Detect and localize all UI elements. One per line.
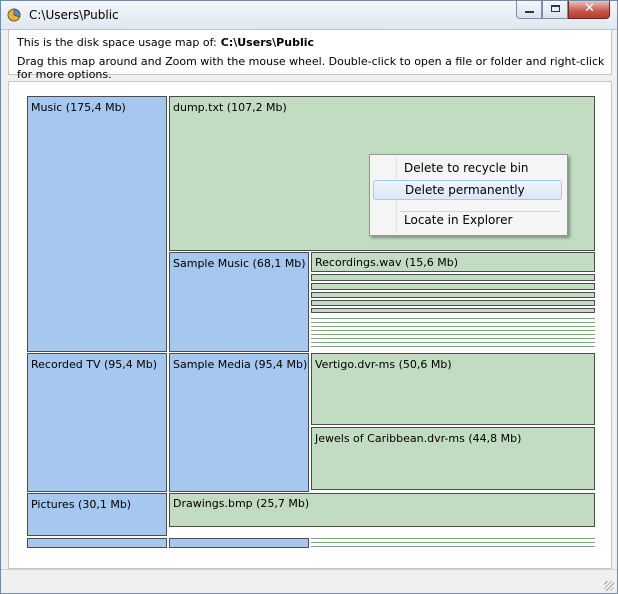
maximize-icon	[551, 5, 560, 12]
folder-label: Music (175,4 Mb)	[31, 101, 126, 114]
file-block-small[interactable]	[311, 292, 595, 298]
title-bar[interactable]: C:\Users\Public ✕	[1, 1, 617, 30]
file-label: Drawings.bmp (25,7 Mb)	[173, 497, 310, 510]
file-block-tiny	[311, 318, 595, 319]
file-label: Recordings.wav (15,6 Mb)	[315, 256, 459, 269]
minimize-icon	[525, 11, 534, 13]
file-label: Vertigo.dvr-ms (50,6 Mb)	[315, 358, 452, 371]
info-panel: This is the disk space usage map of: C:\U…	[8, 30, 612, 81]
info-intro-line: This is the disk space usage map of: C:\U…	[17, 36, 314, 49]
minimize-button[interactable]	[516, 1, 542, 19]
menu-item-delete-to-recycle-bin[interactable]: Delete to recycle bin	[373, 158, 562, 178]
file-block-tiny	[311, 326, 595, 327]
close-button[interactable]: ✕	[568, 1, 610, 19]
folder-block-partial[interactable]	[169, 538, 309, 548]
menu-item-delete-permanently[interactable]: Delete permanently	[373, 180, 562, 200]
file-block-vertigo-dvr-ms[interactable]: Vertigo.dvr-ms (50,6 Mb)	[311, 353, 595, 425]
folder-block-sample-music[interactable]: Sample Music (68,1 Mb)	[169, 252, 309, 352]
folder-block-partial[interactable]	[27, 538, 167, 548]
close-icon: ✕	[584, 1, 595, 16]
folder-label: Sample Media (95,4 Mb)	[173, 358, 308, 371]
file-block-tiny	[311, 322, 595, 323]
folder-label: Recorded TV (95,4 Mb)	[31, 358, 158, 371]
file-block-tiny	[311, 538, 595, 539]
file-block-tiny	[311, 342, 595, 343]
file-block-tiny	[311, 542, 595, 543]
file-block-tiny	[311, 330, 595, 331]
file-block-small[interactable]	[311, 274, 595, 281]
app-window: C:\Users\Public ✕ This is the disk space…	[0, 0, 618, 594]
folder-label: Sample Music (68,1 Mb)	[173, 257, 306, 270]
folder-block-pictures[interactable]: Pictures (30,1 Mb)	[27, 493, 167, 536]
file-block-tiny	[311, 546, 595, 547]
file-block-tiny	[311, 334, 595, 335]
file-label: Jewels of Caribbean.dvr-ms (44,8 Mb)	[315, 432, 522, 445]
folder-block-music[interactable]: Music (175,4 Mb)	[27, 96, 167, 352]
file-label: dump.txt (107,2 Mb)	[173, 101, 287, 114]
file-block-drawings-bmp[interactable]: Drawings.bmp (25,7 Mb)	[169, 493, 595, 527]
maximize-button[interactable]	[542, 1, 568, 19]
file-block-small[interactable]	[311, 308, 595, 313]
folder-label: Pictures (30,1 Mb)	[31, 498, 132, 511]
folder-block-recorded-tv[interactable]: Recorded TV (95,4 Mb)	[27, 353, 167, 492]
file-block-small[interactable]	[311, 283, 595, 290]
info-path: C:\Users\Public	[220, 36, 315, 49]
file-block-recordings-wav[interactable]: Recordings.wav (15,6 Mb)	[311, 252, 595, 272]
resize-grip-icon[interactable]	[604, 581, 614, 591]
file-block-jewels-of-caribbean-dvr-ms[interactable]: Jewels of Caribbean.dvr-ms (44,8 Mb)	[311, 427, 595, 490]
info-intro: This is the disk space usage map of:	[17, 36, 217, 49]
file-block-tiny	[311, 338, 595, 339]
window-title: C:\Users\Public	[29, 8, 119, 22]
folder-block-sample-media[interactable]: Sample Media (95,4 Mb)	[169, 353, 309, 492]
file-block-tiny	[311, 346, 595, 347]
file-block-small[interactable]	[311, 300, 595, 306]
info-instructions: Drag this map around and Zoom with the m…	[17, 55, 605, 81]
pie-chart-icon	[7, 8, 21, 22]
context-menu: Delete to recycle bin Delete permanently…	[369, 154, 568, 236]
status-bar	[1, 569, 617, 593]
menu-item-locate-in-explorer[interactable]: Locate in Explorer	[373, 210, 562, 230]
